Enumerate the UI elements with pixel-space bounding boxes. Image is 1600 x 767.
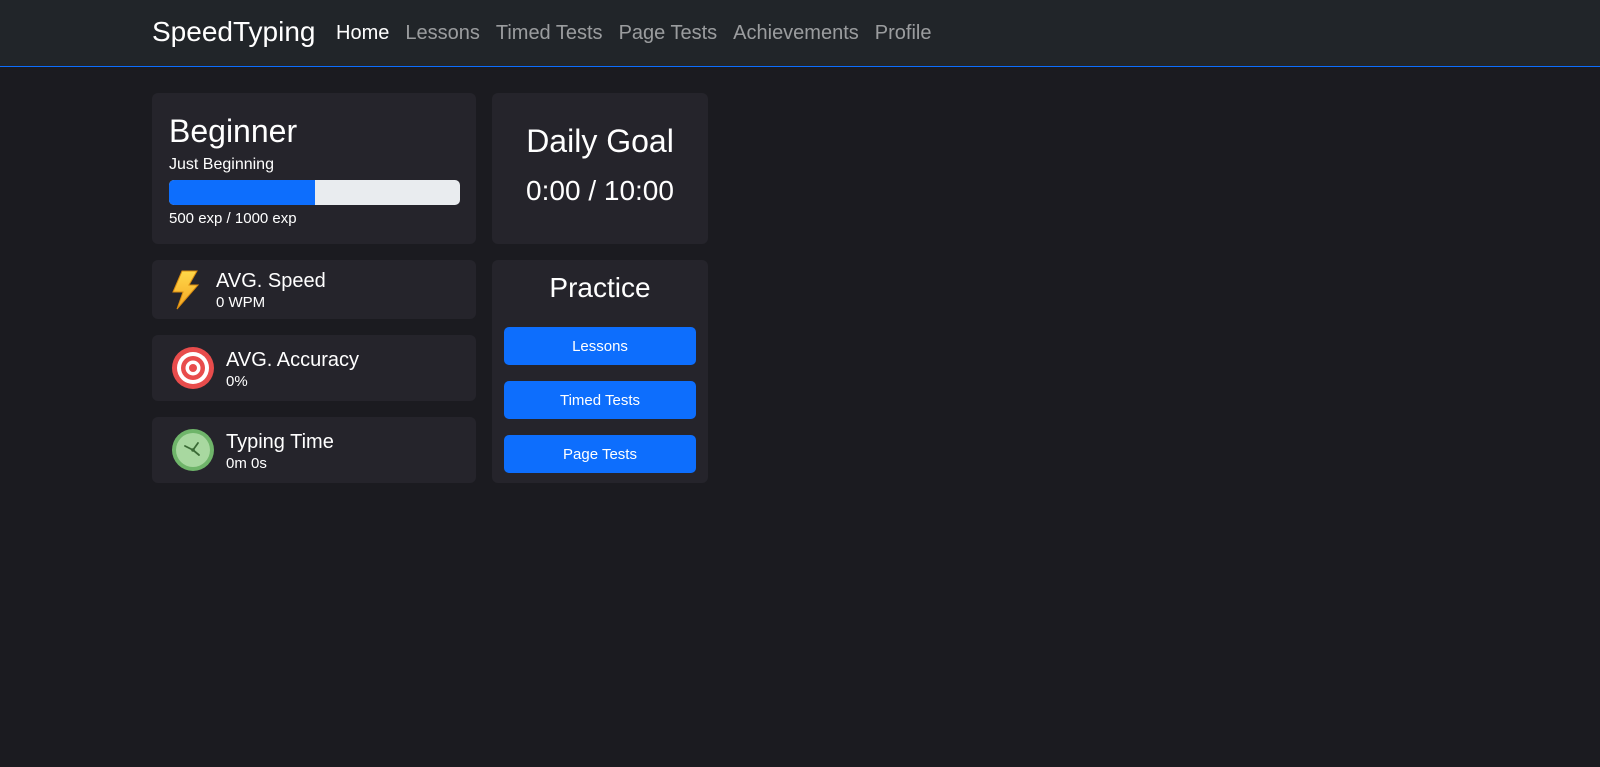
nav-lessons[interactable]: Lessons [405,22,480,45]
daily-goal-value: 0:00 / 10:00 [526,175,674,206]
practice-lessons-button[interactable]: Lessons [504,327,696,365]
clock-icon [171,428,215,477]
nav-timed-tests[interactable]: Timed Tests [496,22,603,45]
nav-page-tests[interactable]: Page Tests [619,22,718,45]
level-title: Beginner [169,113,298,149]
exp-text: 500 exp / 1000 exp [169,210,297,227]
practice-page-tests-button[interactable]: Page Tests [504,435,696,473]
avg-accuracy-label: AVG. Accuracy [226,349,360,371]
avg-speed-card: AVG. Speed 0 WPM [152,260,476,319]
avg-accuracy-card: AVG. Accuracy 0% [152,335,476,401]
practice-card: Practice Lessons Timed Tests Page Tests [492,260,708,483]
navbar: SpeedTyping Home Lessons Timed Tests Pag… [0,0,1600,67]
level-subtitle: Just Beginning [169,156,274,173]
exp-progress-fill [169,180,315,205]
lightning-icon [170,270,200,315]
avg-accuracy-value: 0% [226,373,248,390]
typing-time-card: Typing Time 0m 0s [152,417,476,483]
nav-links: Home Lessons Timed Tests Page Tests Achi… [336,22,947,45]
practice-title: Practice [549,272,651,303]
exp-progress-bar [169,180,460,205]
daily-goal-card: Daily Goal 0:00 / 10:00 [492,93,708,244]
practice-timed-tests-button[interactable]: Timed Tests [504,381,696,419]
avg-speed-value: 0 WPM [216,294,266,311]
target-icon [171,346,215,395]
avg-speed-label: AVG. Speed [216,270,326,292]
nav-home[interactable]: Home [336,22,389,45]
brand-link[interactable]: SpeedTyping [152,16,315,48]
typing-time-label: Typing Time [226,431,334,453]
nav-profile[interactable]: Profile [875,22,932,45]
typing-time-value: 0m 0s [226,455,267,472]
nav-achievements[interactable]: Achievements [733,22,859,45]
level-card: Beginner Just Beginning 500 exp / 1000 e… [152,93,476,244]
daily-goal-title: Daily Goal [526,123,674,159]
